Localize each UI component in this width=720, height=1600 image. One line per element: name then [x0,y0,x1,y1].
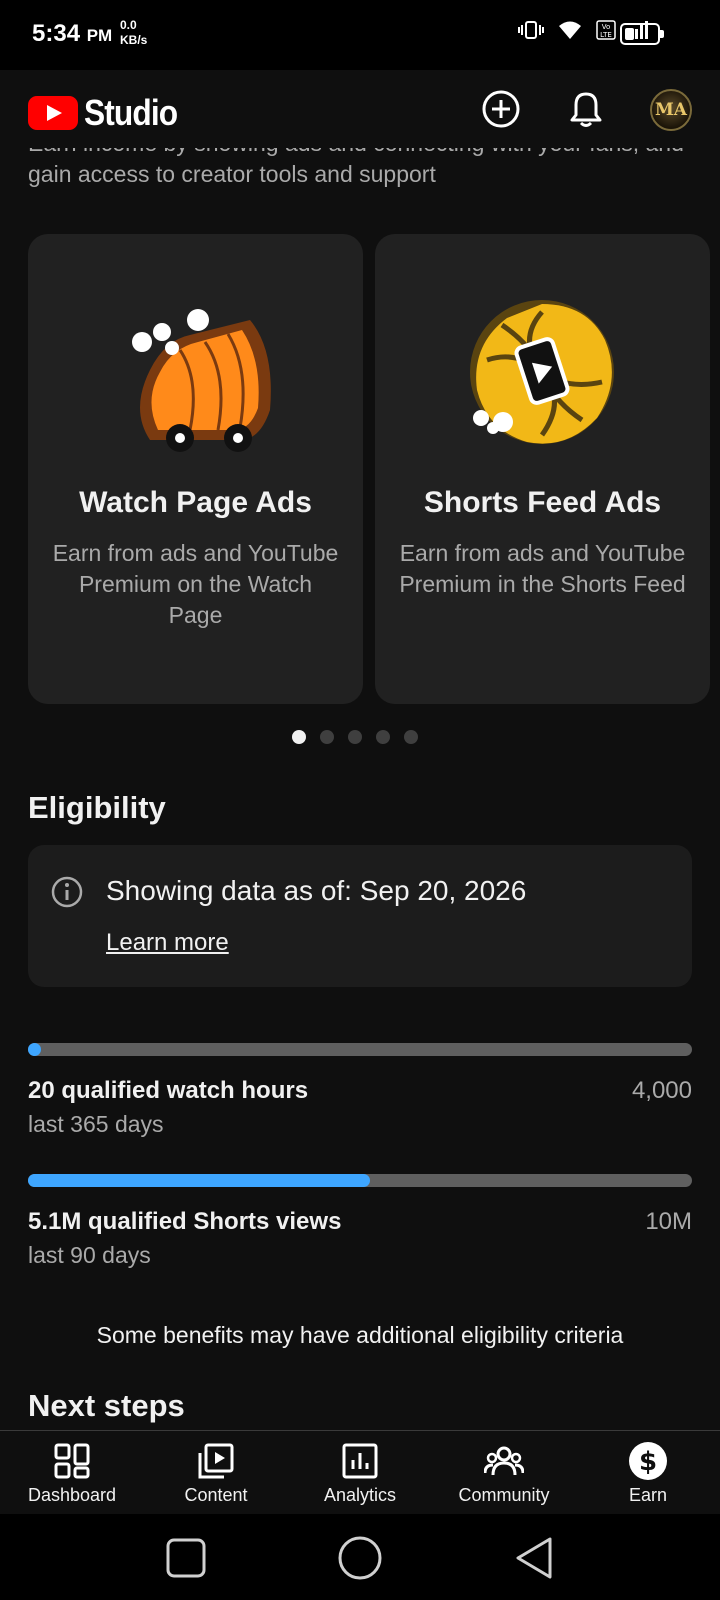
wifi-icon [559,21,581,39]
data-freshness-notice: Showing data as of: Sep 20, 2026 Learn m… [28,845,692,987]
back-icon[interactable] [514,1536,554,1580]
vibrate-icon [518,21,544,39]
nav-community[interactable]: Community [432,1431,576,1515]
network-speed: 0.0 KB/s [120,18,148,47]
svg-text:$: $ [639,1447,657,1477]
app-header: Studio MA [0,70,720,148]
status-time: 5:34 PM [32,20,113,47]
card-description: Earn from ads and YouTube Premium in the… [399,540,686,597]
next-steps-heading: Next steps [28,1388,185,1423]
carousel-dot[interactable] [376,730,390,744]
carousel-dot[interactable] [404,730,418,744]
analytics-icon [342,1443,378,1479]
nav-label: Analytics [323,1485,397,1505]
watch-hours-progress-bar [28,1043,692,1056]
nav-label: Dashboard [27,1485,117,1505]
status-bar: 5:34 PM 0.0 KB/s Vo LTE [0,0,720,70]
bottom-navigation: Dashboard Content Analytics Community $ … [0,1430,720,1514]
nav-label: Community [458,1485,550,1505]
carousel-indicator [0,730,720,744]
shorts-views-goal: 10M [645,1208,692,1235]
carousel-dot[interactable] [320,730,334,744]
eligibility-note: Some benefits may have additional eligib… [96,1322,624,1348]
create-button[interactable] [480,88,522,130]
shorts-feed-ads-card[interactable]: Shorts Feed Ads Earn from ads and YouTub… [375,234,710,704]
shorts-views-progress-fill [28,1174,370,1187]
nav-dashboard[interactable]: Dashboard [0,1431,144,1515]
avatar[interactable]: MA [650,89,692,131]
watch-hours-goal: 4,000 [631,1077,692,1104]
watch-hours-period: last 365 days [28,1111,164,1137]
carousel-dot[interactable] [292,730,306,744]
content-icon [198,1443,234,1479]
youtube-logo-icon [28,96,78,130]
volte-icon: VoLTE [596,20,616,40]
info-icon [51,876,83,908]
app-name: Studio [84,92,178,133]
watch-page-ads-card[interactable]: Watch Page Ads Earn from ads and YouTube… [28,234,363,704]
nav-analytics[interactable]: Analytics [288,1431,432,1515]
nav-label: Content [184,1485,248,1505]
nav-earn[interactable]: $ Earn [576,1431,720,1515]
studio-logo[interactable]: Studio [28,92,190,134]
svg-text:Vo: Vo [602,23,611,31]
system-navigation-bar [0,1514,720,1600]
eligibility-heading: Eligibility [28,790,166,825]
notifications-button[interactable] [565,88,607,130]
earn-icon: $ [629,1442,667,1480]
card-title: Shorts Feed Ads [423,486,662,519]
community-icon [484,1446,524,1476]
card-description: Earn from ads and YouTube Premium on the… [52,540,339,628]
dashboard-icon [54,1443,90,1479]
nav-label: Earn [628,1485,668,1505]
card-title: Watch Page Ads [79,486,312,519]
notifications-icon [570,92,602,127]
watch-hours-label: 20 qualified watch hours [28,1077,309,1104]
battery-icon [620,23,664,45]
svg-text:LTE: LTE [600,31,612,39]
yellow-shorts-illustration [470,300,614,444]
shorts-views-progress-bar [28,1174,692,1187]
orange-cart-illustration [132,309,271,452]
shorts-views-label: 5.1M qualified Shorts views [28,1208,342,1235]
carousel-dot[interactable] [348,730,362,744]
nav-content[interactable]: Content [144,1431,288,1515]
watch-hours-progress-fill [28,1043,41,1056]
create-icon [482,90,520,128]
recents-icon[interactable] [166,1538,206,1578]
shorts-views-period: last 90 days [28,1242,151,1268]
home-icon[interactable] [338,1536,382,1580]
learn-more-link[interactable]: Learn more [106,929,229,957]
data-as-of-text: Showing data as of: Sep 20, 2026 [106,875,527,906]
